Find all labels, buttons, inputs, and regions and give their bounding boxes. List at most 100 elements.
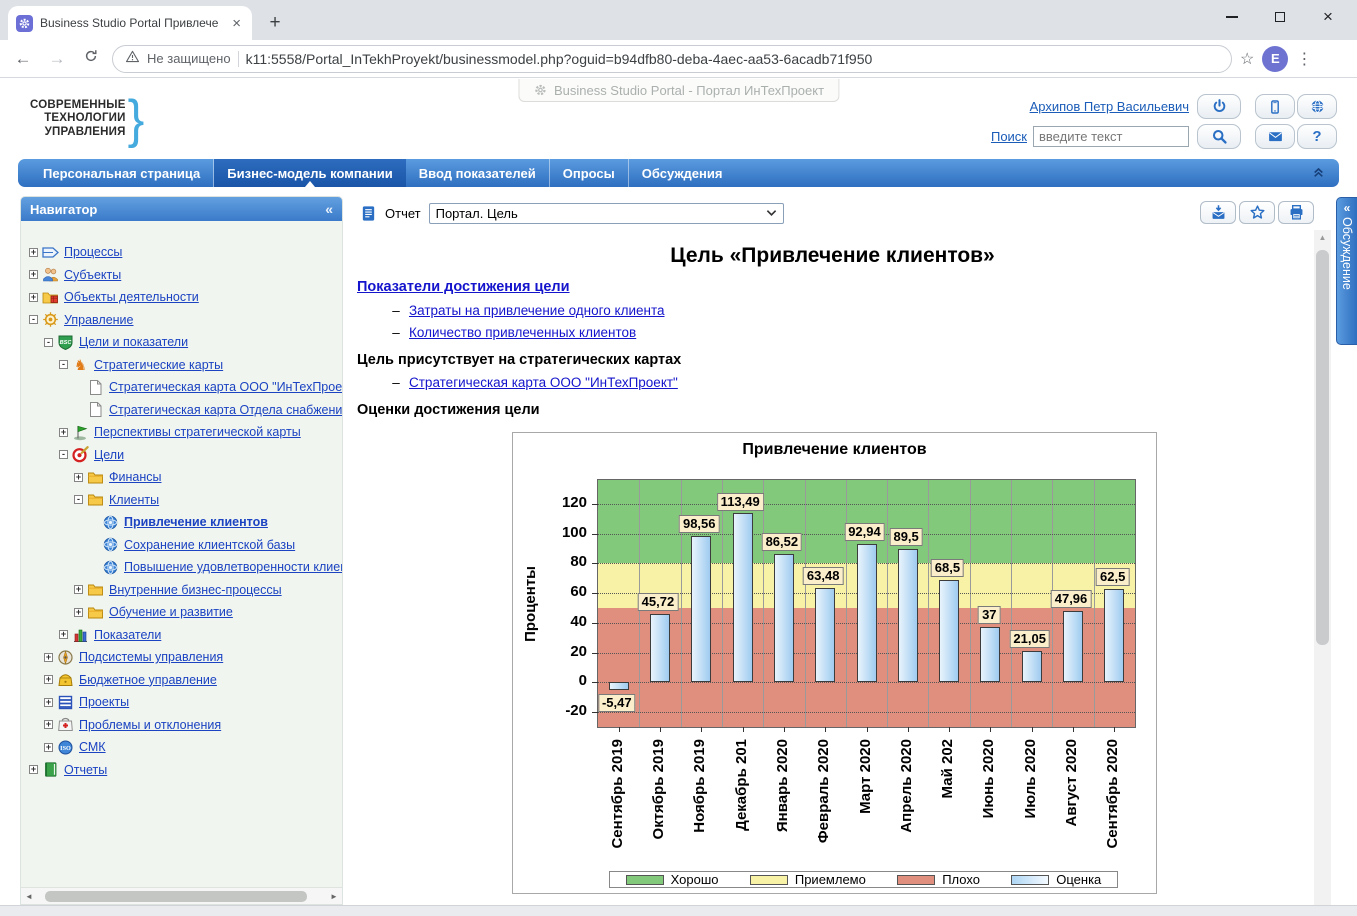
- tree-link[interactable]: Процессы: [64, 245, 122, 259]
- bullet-link[interactable]: Количество привлеченных клиентов: [409, 325, 636, 340]
- collapse-icon[interactable]: -: [44, 338, 53, 347]
- collapse-icon[interactable]: -: [29, 315, 38, 324]
- bullet-dash: –: [383, 375, 409, 390]
- tree-link[interactable]: Повышение удовлетворенности клиентов: [124, 560, 342, 574]
- tree-link[interactable]: СМК: [79, 740, 106, 754]
- globe-button[interactable]: [1297, 94, 1337, 119]
- mail-button[interactable]: [1255, 124, 1295, 149]
- tree-link[interactable]: Показатели: [94, 628, 161, 642]
- tree-link[interactable]: Перспективы стратегической карты: [94, 425, 301, 439]
- expand-icon[interactable]: +: [59, 428, 68, 437]
- browser-tab[interactable]: Business Studio Portal Привлече ×: [8, 6, 252, 40]
- nav-tab[interactable]: Ввод показателей: [406, 159, 550, 187]
- value-label: 62,5: [1096, 568, 1129, 586]
- expand-icon[interactable]: +: [44, 653, 53, 662]
- nav-collapse-button[interactable]: [1312, 166, 1325, 184]
- navigator-collapse-icon[interactable]: «: [325, 204, 333, 214]
- search-link[interactable]: Поиск: [991, 129, 1027, 144]
- window-close-button[interactable]: ×: [1321, 10, 1335, 24]
- help-button[interactable]: ?: [1297, 124, 1337, 149]
- nav-tab[interactable]: Опросы: [550, 159, 629, 187]
- tree-link[interactable]: Обучение и развитие: [109, 605, 233, 619]
- expand-icon[interactable]: +: [29, 293, 38, 302]
- tree-link[interactable]: Проекты: [79, 695, 129, 709]
- url-field[interactable]: Не защищено k11:5558/Portal_InTekhProyek…: [112, 45, 1232, 73]
- scroll-left-icon[interactable]: ◄: [21, 892, 37, 901]
- bookmark-star-icon[interactable]: ☆: [1240, 49, 1254, 69]
- tree-link[interactable]: Внутренние бизнес-процессы: [109, 583, 282, 597]
- tree-link[interactable]: Управление: [64, 313, 134, 327]
- scroll-up-icon[interactable]: ▲: [1314, 230, 1331, 245]
- tree-link[interactable]: Клиенты: [109, 493, 159, 507]
- user-row: Архипов Петр Васильевич: [1030, 94, 1337, 119]
- expand-icon[interactable]: +: [74, 585, 83, 594]
- sidebar-horizontal-scrollbar[interactable]: ◄ ►: [21, 887, 342, 904]
- collapse-icon[interactable]: -: [59, 360, 68, 369]
- print-button[interactable]: [1278, 201, 1314, 224]
- expand-icon[interactable]: +: [44, 698, 53, 707]
- tree-link[interactable]: Стратегическая карта ООО "ИнТехПроект": [109, 380, 342, 394]
- export-button[interactable]: [1200, 201, 1236, 224]
- content-vertical-scrollbar[interactable]: ▲: [1314, 230, 1331, 905]
- tree-link[interactable]: Субъекты: [64, 268, 121, 282]
- back-button[interactable]: ←: [10, 49, 36, 69]
- y-tick-label: 100: [539, 524, 587, 542]
- search-input[interactable]: [1033, 126, 1189, 147]
- tree-link[interactable]: Бюджетное управление: [79, 673, 217, 687]
- tree-link[interactable]: Цели и показатели: [79, 335, 188, 349]
- expand-icon[interactable]: +: [29, 765, 38, 774]
- mobile-button[interactable]: [1255, 94, 1295, 119]
- url-text[interactable]: k11:5558/Portal_InTekhProyekt/businessmo…: [246, 51, 1219, 67]
- discussion-collapse-icon[interactable]: «: [1344, 203, 1351, 213]
- section-link[interactable]: Показатели достижения цели: [357, 279, 570, 295]
- search-button[interactable]: [1197, 124, 1241, 149]
- export-icon: [1210, 204, 1227, 221]
- tab-close-icon[interactable]: ×: [229, 15, 244, 32]
- maximize-button[interactable]: [1273, 10, 1287, 24]
- user-name-link[interactable]: Архипов Петр Васильевич: [1030, 99, 1189, 114]
- reload-button[interactable]: [78, 48, 104, 69]
- expand-icon[interactable]: +: [29, 248, 38, 257]
- security-badge[interactable]: Не защищено: [147, 51, 231, 66]
- tree-link[interactable]: Сохранение клиентской базы: [124, 538, 295, 552]
- expand-icon[interactable]: +: [44, 675, 53, 684]
- tree-link[interactable]: Финансы: [109, 470, 161, 484]
- expand-icon[interactable]: +: [29, 270, 38, 279]
- expand-icon[interactable]: +: [74, 608, 83, 617]
- security-warning-icon[interactable]: [125, 49, 140, 69]
- new-tab-button[interactable]: +: [262, 10, 288, 36]
- bullet-link[interactable]: Затраты на привлечение одного клиента: [409, 303, 665, 318]
- scroll-thumb[interactable]: [45, 891, 307, 902]
- favorite-button[interactable]: [1239, 201, 1275, 224]
- expand-icon[interactable]: +: [74, 473, 83, 482]
- profile-avatar[interactable]: E: [1262, 46, 1288, 72]
- discussion-side-tab[interactable]: « Обсуждение: [1336, 197, 1357, 345]
- tree-link[interactable]: Объекты деятельности: [64, 290, 199, 304]
- bullet-link[interactable]: Стратегическая карта ООО "ИнТехПроект": [409, 375, 678, 390]
- tree-link[interactable]: Стратегическая карта Отдела снабжения: [109, 403, 342, 417]
- nav-tab[interactable]: Персональная страница: [30, 159, 214, 187]
- tree-link[interactable]: Подсистемы управления: [79, 650, 223, 664]
- nav-tab[interactable]: Обсуждения: [629, 159, 736, 187]
- tree-link[interactable]: Проблемы и отклонения: [79, 718, 221, 732]
- collapse-icon[interactable]: -: [59, 450, 68, 459]
- y-axis-label: Проценты: [519, 479, 541, 728]
- scroll-right-icon[interactable]: ►: [326, 892, 342, 901]
- tree-link[interactable]: Отчеты: [64, 763, 107, 777]
- forward-button[interactable]: →: [44, 49, 70, 69]
- bullet-item: –Затраты на привлечение одного клиента: [357, 303, 1313, 318]
- expand-icon[interactable]: +: [44, 720, 53, 729]
- report-select[interactable]: Портал. Цель: [429, 203, 784, 224]
- tree-link[interactable]: Стратегические карты: [94, 358, 223, 372]
- expand-icon[interactable]: +: [59, 630, 68, 639]
- collapse-icon[interactable]: -: [74, 495, 83, 504]
- x-axis-labels: Сентябрь 2019Октябрь 2019Ноябрь 2019Дека…: [597, 735, 1136, 865]
- tree-link[interactable]: Привлечение клиентов: [124, 515, 268, 529]
- tree-link[interactable]: Цели: [94, 448, 124, 462]
- scroll-thumb[interactable]: [1316, 250, 1329, 645]
- expand-icon[interactable]: +: [44, 743, 53, 752]
- menu-kebab-icon[interactable]: ⋮: [1296, 49, 1312, 69]
- minimize-button[interactable]: [1225, 10, 1239, 24]
- nav-tab[interactable]: Бизнес-модель компании: [214, 159, 405, 187]
- logout-button[interactable]: [1197, 94, 1241, 119]
